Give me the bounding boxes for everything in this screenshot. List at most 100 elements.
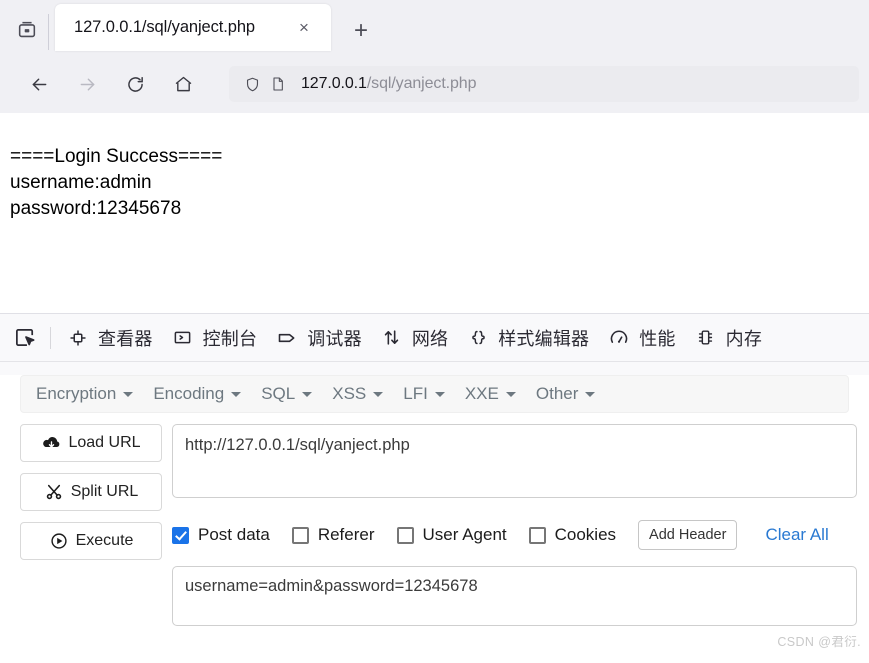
menu-label: LFI <box>403 384 428 403</box>
devtools-tab-label: 样式编辑器 <box>498 328 590 349</box>
debugger-icon <box>275 327 299 349</box>
menu-xss[interactable]: XSS <box>322 384 393 404</box>
element-picker-icon[interactable] <box>6 319 44 357</box>
menu-label: XXE <box>464 384 499 403</box>
menu-label: Encoding <box>153 384 225 403</box>
menu-label: SQL <box>261 384 296 403</box>
page-icon[interactable] <box>265 76 291 92</box>
devtools-tab-performance[interactable]: 性能 <box>598 319 684 357</box>
devtools-tab-memory[interactable]: 内存 <box>685 319 771 357</box>
checkbox-user-agent[interactable]: User Agent <box>396 525 507 545</box>
menu-encoding[interactable]: Encoding <box>143 384 251 404</box>
devtools-tab-label: 查看器 <box>98 328 153 349</box>
watermark: CSDN @君衍. <box>777 635 861 649</box>
devtools-tab-label: 调试器 <box>307 328 362 349</box>
list-all-tabs-icon[interactable] <box>10 13 44 47</box>
chevron-down-icon <box>373 391 384 397</box>
console-icon <box>171 327 195 349</box>
menu-lfi[interactable]: LFI <box>393 384 455 404</box>
cloud-download-icon <box>41 434 61 452</box>
menu-label: XSS <box>332 384 367 403</box>
checkbox-label: Cookies <box>554 525 617 544</box>
url-path: /sql/yanject.php <box>366 75 477 92</box>
performance-icon <box>607 327 631 349</box>
chevron-down-icon <box>231 391 242 397</box>
style-editor-icon <box>466 327 490 349</box>
checkbox-referer[interactable]: Referer <box>291 525 375 545</box>
chevron-down-icon <box>302 391 313 397</box>
inspector-icon <box>66 327 90 349</box>
checkbox-cookies[interactable]: Cookies <box>528 525 617 545</box>
memory-icon <box>694 327 718 349</box>
play-circle-icon <box>49 532 69 550</box>
hackbar-panel: Encryption Encoding SQL XSS LFI XXE Othe… <box>0 375 869 663</box>
browser-tab[interactable]: 127.0.0.1/sql/yanject.php × <box>55 4 331 51</box>
devtools-tab-label: 性能 <box>639 328 676 349</box>
post-data-input[interactable] <box>172 566 857 626</box>
hackbar-right-column: Post data Referer User Agent Cookies A <box>162 424 869 631</box>
back-arrow-icon[interactable] <box>21 66 57 102</box>
devtools-tab-label: 内存 <box>725 328 763 349</box>
url-text: 127.0.0.1/sql/yanject.php <box>301 75 477 93</box>
tabstrip-divider <box>48 14 49 50</box>
chevron-down-icon <box>585 391 596 397</box>
chevron-down-icon <box>123 391 134 397</box>
scissors-icon <box>44 483 64 501</box>
chevron-down-icon <box>505 391 516 397</box>
load-url-button[interactable]: Load URL <box>20 424 162 462</box>
execute-button[interactable]: Execute <box>20 522 162 560</box>
checkbox-label: User Agent <box>422 525 507 544</box>
chevron-down-icon <box>434 391 445 397</box>
forward-arrow-icon[interactable] <box>69 66 105 102</box>
checkbox-box[interactable] <box>396 526 414 544</box>
tab-title: 127.0.0.1/sql/yanject.php <box>74 18 255 36</box>
navigation-toolbar: 127.0.0.1/sql/yanject.php <box>0 55 869 113</box>
url-bar[interactable]: 127.0.0.1/sql/yanject.php <box>229 66 859 102</box>
menu-label: Other <box>535 384 579 403</box>
shield-icon[interactable] <box>239 76 265 93</box>
network-icon <box>380 327 404 349</box>
url-input[interactable] <box>172 424 857 498</box>
checkbox-box[interactable] <box>528 526 546 544</box>
menu-xxe[interactable]: XXE <box>455 384 526 404</box>
close-icon[interactable]: × <box>289 13 319 43</box>
menu-label: Encryption <box>36 384 117 403</box>
checkbox-label: Referer <box>317 525 375 544</box>
clear-all-link[interactable]: Clear All <box>765 525 828 545</box>
devtools-toolbar: 查看器 控制台 调试器 网络 样式编辑器 性能 内存 <box>0 314 869 362</box>
devtools-tab-debugger[interactable]: 调试器 <box>266 319 371 357</box>
page-content: ====Login Success==== username:admin pas… <box>0 113 869 313</box>
browser-chrome: 127.0.0.1/sql/yanject.php × + 127.0.0.1/… <box>0 0 869 113</box>
devtools-tab-network[interactable]: 网络 <box>371 319 457 357</box>
page-line-password: password:12345678 <box>10 198 182 219</box>
reload-icon[interactable] <box>117 66 153 102</box>
devtools-divider <box>50 326 51 349</box>
hackbar-menubar: Encryption Encoding SQL XSS LFI XXE Othe… <box>20 375 849 413</box>
hackbar-body: Load URL Split URL Execute http://127.0.… <box>0 424 869 631</box>
new-tab-button[interactable]: + <box>344 14 378 48</box>
page-line-login-success: ====Login Success==== <box>10 146 223 167</box>
url-host: 127.0.0.1 <box>301 75 367 92</box>
menu-sql[interactable]: SQL <box>251 384 322 404</box>
devtools-tab-label: 控制台 <box>202 328 258 349</box>
checkbox-box[interactable] <box>291 526 309 544</box>
devtools-tab-inspector[interactable]: 查看器 <box>57 319 162 357</box>
load-url-label: Load URL <box>68 434 141 451</box>
devtools-tab-label: 网络 <box>411 328 449 349</box>
devtools-tab-console[interactable]: 控制台 <box>162 319 267 357</box>
hackbar-actions: Load URL Split URL Execute <box>20 424 162 631</box>
menu-other[interactable]: Other <box>526 384 606 404</box>
split-url-button[interactable]: Split URL <box>20 473 162 511</box>
checkbox-label: Post data <box>198 525 270 544</box>
split-url-label: Split URL <box>70 483 139 500</box>
hackbar-options-row: Post data Referer User Agent Cookies Add… <box>172 520 857 550</box>
checkbox-box[interactable] <box>172 526 189 544</box>
devtools-panel: 查看器 控制台 调试器 网络 样式编辑器 性能 内存 Encryption En… <box>0 313 869 663</box>
page-line-username: username:admin <box>10 172 152 193</box>
devtools-tab-style-editor[interactable]: 样式编辑器 <box>457 319 598 357</box>
add-header-button[interactable]: Add Header <box>638 520 738 550</box>
tab-strip: 127.0.0.1/sql/yanject.php × + <box>0 0 869 55</box>
home-icon[interactable] <box>165 66 201 102</box>
checkbox-post-data[interactable]: Post data <box>172 525 270 545</box>
menu-encryption[interactable]: Encryption <box>21 384 143 404</box>
